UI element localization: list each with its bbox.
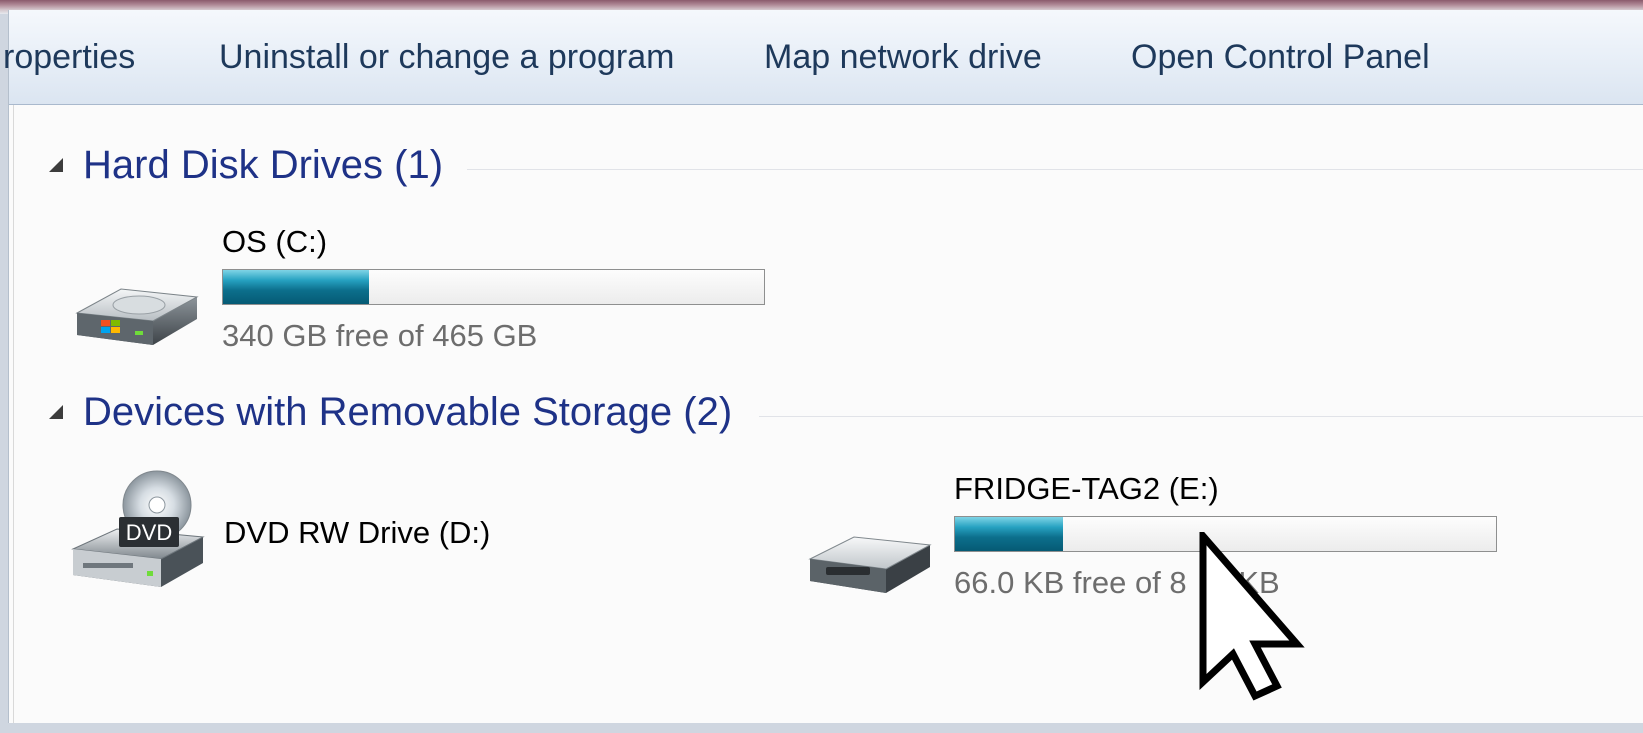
explorer-window: roperties Uninstall or change a program … <box>3 10 1643 723</box>
group-separator <box>759 416 1643 417</box>
drive-usage-fill <box>955 517 1064 551</box>
drive-name-label: FRIDGE-TAG2 (E:) <box>954 471 1219 506</box>
group-title: Devices with Removable Storage (2) <box>83 390 733 434</box>
command-bar: roperties Uninstall or change a program … <box>3 10 1643 105</box>
group-title: Hard Disk Drives (1) <box>83 143 444 187</box>
drives-view: Hard Disk Drives (1) OS (C:) 340 GB free… <box>9 105 1643 723</box>
drive-free-space-text: 340 GB free of 465 GB <box>222 318 538 353</box>
pane-divider <box>13 105 14 723</box>
dvd-drive-icon: DVD <box>71 470 205 587</box>
group-header-hard-disk-drives[interactable]: Hard Disk Drives (1) <box>45 140 475 190</box>
dvd-badge-text: DVD <box>126 520 172 545</box>
system-properties-button[interactable]: roperties <box>3 38 135 77</box>
windows-hard-drive-icon <box>75 288 199 345</box>
drive-usage-fill <box>223 270 370 304</box>
group-separator <box>467 169 1643 170</box>
collapse-triangle-icon[interactable] <box>45 401 67 423</box>
group-header-removable-storage[interactable]: Devices with Removable Storage (2) <box>45 387 765 437</box>
removable-drive-icon <box>808 536 932 593</box>
mouse-pointer-icon <box>1199 532 1305 701</box>
drive-name-label: OS (C:) <box>222 224 328 259</box>
uninstall-program-button[interactable]: Uninstall or change a program <box>219 38 674 77</box>
drive-name-label: DVD RW Drive (D:) <box>224 515 491 550</box>
drive-usage-bar <box>222 269 765 305</box>
collapse-triangle-icon[interactable] <box>45 154 67 176</box>
map-network-drive-button[interactable]: Map network drive <box>764 38 1042 77</box>
open-control-panel-button[interactable]: Open Control Panel <box>1131 38 1430 77</box>
